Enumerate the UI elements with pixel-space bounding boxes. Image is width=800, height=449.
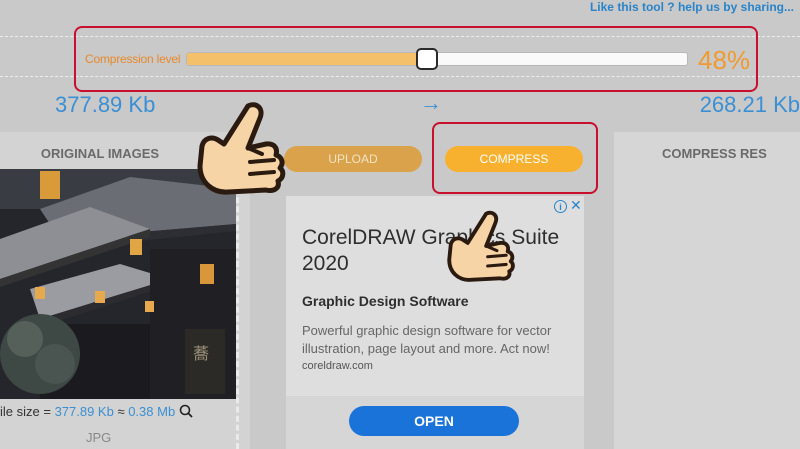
file-size-line: ile size = 377.89 Kb ≈ 0.38 Mb [0, 404, 193, 421]
original-size: 377.89 Kb [55, 92, 156, 117]
panel-dashed-border [236, 170, 250, 449]
compress-results-panel [614, 132, 800, 449]
compress-button[interactable]: COMPRESS [445, 146, 583, 172]
file-type: JPG [86, 430, 112, 445]
compressed-size: 268.21 Kb [699, 92, 800, 117]
original-image-thumbnail[interactable]: 蕎 [0, 169, 236, 399]
compression-slider-handle[interactable] [415, 48, 438, 70]
compression-label: Compression level [85, 52, 181, 66]
ad-description: Powerful graphic design software for vec… [302, 323, 552, 356]
magnifier-icon[interactable] [179, 404, 193, 421]
approx-symbol: ≈ [113, 404, 129, 419]
ad-headline[interactable]: CorelDRAW Graphics Suite 2020 [302, 225, 572, 277]
ad-open-button[interactable]: OPEN [349, 406, 519, 436]
info-icon[interactable]: i [554, 200, 567, 213]
original-images-heading: ORIGINAL IMAGES [40, 146, 160, 161]
ad-subhead: Graphic Design Software [302, 293, 469, 309]
compression-value: 48% [698, 45, 751, 75]
arrow-right-icon: → [420, 90, 442, 115]
share-link[interactable]: Like this tool ? help us by sharing... [590, 0, 794, 14]
pointing-hand-icon [188, 100, 292, 201]
file-size-mb: 0.38 Mb [128, 404, 176, 419]
file-size-kb: 377.89 Kb [54, 404, 114, 419]
compress-results-heading: COMPRESS RES [662, 146, 767, 161]
compression-slider-fill [187, 53, 427, 65]
compression-level-control: Compression level 48% [74, 26, 758, 92]
upload-button[interactable]: UPLOAD [284, 146, 422, 172]
svg-text:蕎: 蕎 [193, 344, 209, 363]
file-size-label: ile size = [0, 404, 55, 419]
ad-domain[interactable]: coreldraw.com [302, 360, 373, 372]
pointing-hand-icon [440, 208, 520, 289]
close-icon[interactable]: ✕ [570, 197, 582, 214]
